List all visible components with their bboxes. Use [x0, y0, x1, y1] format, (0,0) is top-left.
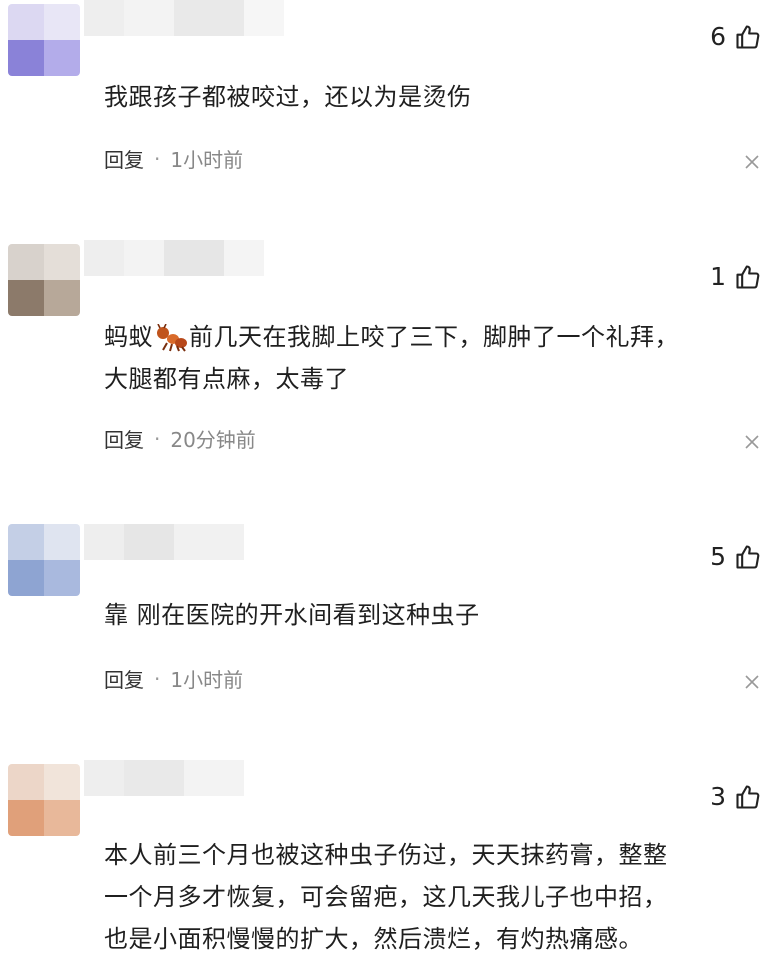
comment-text-line: 也是小面积慢慢的扩大，然后溃烂，有灼热痛感。: [104, 925, 643, 953]
comment-meta: 回复 · 1小时前: [104, 664, 243, 693]
like-count: 3: [710, 782, 726, 811]
comment-item: 3 本人前三个月也被这种虫子伤过，天天抹药膏，整整 一个月多才恢复，可会留疤，这…: [0, 750, 776, 968]
username-blurred[interactable]: [84, 0, 284, 36]
like-count: 1: [710, 262, 726, 291]
comment-item: 5 靠 刚在医院的开水间看到这种虫子 回复 · 1小时前: [0, 510, 776, 750]
comment-text-line: 本人前三个月也被这种虫子伤过，天天抹药膏，整整: [104, 841, 668, 869]
thumbs-up-icon: [736, 264, 760, 289]
ant-emoji-icon: [157, 324, 187, 352]
like-count: 5: [710, 542, 726, 571]
comment-text-line: 一个月多才恢复，可会留疤，这几天我儿子也中招，: [104, 883, 668, 911]
comment-text-segment: 蚂蚁: [104, 323, 153, 351]
close-icon[interactable]: [744, 434, 760, 450]
comment-meta: 回复 · 20分钟前: [104, 424, 256, 453]
comment-text: 本人前三个月也被这种虫子伤过，天天抹药膏，整整 一个月多才恢复，可会留疤，这几天…: [104, 834, 756, 960]
username-blurred[interactable]: [84, 240, 264, 276]
comment-item: 6 我跟孩子都被咬过，还以为是烫伤 回复 · 1小时前: [0, 0, 776, 230]
comment-text-line: 大腿都有点麻，太毒了: [104, 365, 349, 393]
thumbs-up-icon: [736, 544, 760, 569]
like-button[interactable]: 6: [710, 22, 762, 51]
reply-button[interactable]: 回复: [104, 664, 144, 693]
comment-text-segment: 前几天在我脚上咬了三下，脚肿了一个礼拜，: [189, 323, 679, 351]
timestamp: 1小时前: [170, 668, 244, 692]
comment-text: 我跟孩子都被咬过，还以为是烫伤: [104, 83, 472, 111]
comment-text-line: 蚂蚁 前几天在我脚上咬了三下，脚肿了一个礼拜，: [104, 316, 756, 358]
like-button[interactable]: 5: [710, 542, 762, 571]
separator-dot: ·: [154, 666, 161, 691]
username-blurred[interactable]: [84, 760, 244, 796]
avatar[interactable]: [8, 764, 80, 836]
comment-item: 1 蚂蚁 前几天在我脚上咬了三下，脚肿了一个礼拜， 大腿都有点麻，太毒了 回复 …: [0, 230, 776, 510]
like-button[interactable]: 3: [710, 782, 762, 811]
avatar[interactable]: [8, 524, 80, 596]
separator-dot: ·: [154, 426, 161, 451]
comment-meta: 回复 · 1小时前: [104, 144, 243, 173]
like-count: 6: [710, 22, 726, 51]
timestamp: 1小时前: [170, 148, 244, 172]
close-icon[interactable]: [744, 674, 760, 690]
thumbs-up-icon: [736, 784, 760, 809]
reply-button[interactable]: 回复: [104, 144, 144, 173]
avatar[interactable]: [8, 244, 80, 316]
like-button[interactable]: 1: [710, 262, 762, 291]
thumbs-up-icon: [736, 24, 760, 49]
reply-button[interactable]: 回复: [104, 424, 144, 453]
avatar[interactable]: [8, 4, 80, 76]
timestamp: 20分钟前: [170, 428, 256, 452]
comment-text: 蚂蚁 前几天在我脚上咬了三下，脚肿了一个礼拜， 大腿都有点麻，太毒了: [104, 316, 756, 400]
username-blurred[interactable]: [84, 524, 244, 560]
separator-dot: ·: [154, 146, 161, 171]
close-icon[interactable]: [744, 154, 760, 170]
comment-text: 靠 刚在医院的开水间看到这种虫子: [104, 601, 480, 629]
